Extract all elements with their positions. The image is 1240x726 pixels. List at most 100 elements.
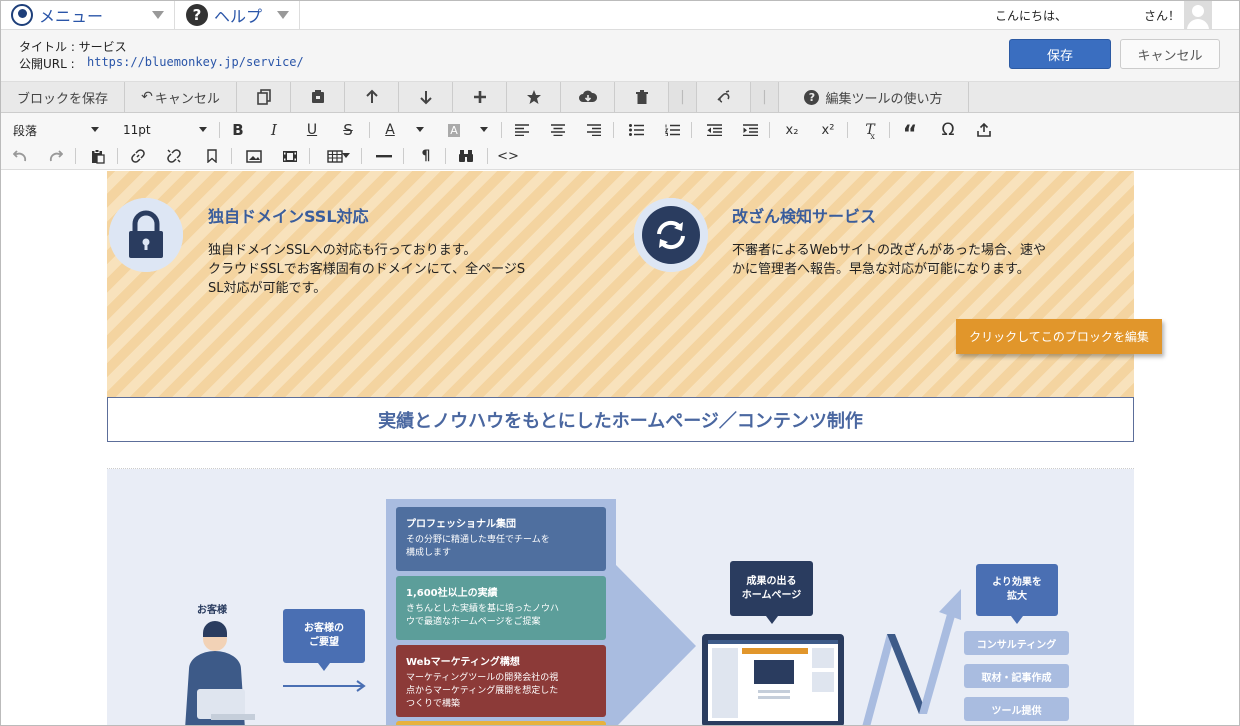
menu-dropdown[interactable]: メニュー: [1, 1, 175, 29]
anchor-button[interactable]: [199, 145, 225, 167]
chevron-down-icon: [91, 127, 99, 132]
unlink-button[interactable]: [697, 82, 751, 112]
indent-icon: [742, 124, 758, 136]
chevron-down-icon[interactable]: [342, 153, 350, 158]
editor-toolbar-row-2: ¶ <>: [1, 142, 1239, 170]
save-button[interactable]: 保存: [1009, 39, 1111, 69]
bold-button[interactable]: B: [225, 119, 251, 141]
toolbar-divider: [847, 122, 848, 138]
blockquote-button[interactable]: “: [897, 119, 923, 147]
chevron-down-icon[interactable]: [480, 127, 488, 132]
indent-button[interactable]: [737, 119, 763, 141]
toolbar-divider: [445, 148, 446, 164]
image-icon: [246, 149, 262, 163]
chevron-down-icon: [152, 11, 164, 19]
format-select[interactable]: 段落: [13, 120, 99, 140]
horizontal-line-icon: [376, 155, 392, 158]
editor-toolbar: 段落 11pt B I U S A A x₂ x² T x “ Ω ¶ <>: [1, 113, 1239, 170]
remove-link-button[interactable]: [161, 145, 187, 167]
film-icon: [283, 150, 297, 162]
editor-toolbar-row-1: 段落 11pt B I U S A A x₂ x² T x “ Ω: [1, 116, 1239, 147]
italic-button[interactable]: I: [261, 119, 287, 141]
service-pill-1: コンサルティング: [964, 631, 1069, 655]
horizontal-rule-button[interactable]: [371, 145, 397, 167]
favorite-button[interactable]: [507, 82, 561, 112]
clear-format-button[interactable]: Tx: [857, 119, 883, 141]
insert-image-button[interactable]: [241, 145, 267, 167]
feature-2-line-1: 不審者によるWebサイトの改ざんがあった場合、速や: [732, 243, 1046, 258]
strength-card-1-title: プロフェッショナル集団: [406, 519, 516, 530]
service-diagram[interactable]: お客様 お客様の ご要望 プロフェッショナル集団 その分野に精通した専任でチーム…: [107, 469, 1134, 725]
insert-video-button[interactable]: [277, 145, 303, 167]
cancel-block-button[interactable]: ↶ キャンセル: [125, 82, 237, 112]
text-color-button[interactable]: A: [377, 119, 403, 141]
save-template-icon: [311, 90, 324, 103]
avatar[interactable]: [1184, 1, 1212, 29]
redo-button[interactable]: [43, 145, 69, 167]
cloud-download-icon: [578, 90, 597, 102]
cancel-button[interactable]: キャンセル: [1120, 39, 1220, 69]
background-color-button[interactable]: A: [441, 119, 467, 141]
undo-button[interactable]: [7, 145, 33, 167]
strength-card-1-body: その分野に精通した専任でチームを 構成します: [406, 535, 550, 558]
star-icon: [526, 90, 541, 104]
copy-block-button[interactable]: [237, 82, 291, 112]
save-block-button[interactable]: ブロックを保存: [1, 82, 125, 112]
editor-window: メニュー ? ヘルプ こんにちは、 さん！ タイトル : サービス 公開URL …: [0, 0, 1240, 726]
paste-button[interactable]: [85, 145, 111, 167]
block-toolbar: ブロックを保存 ↶ キャンセル | | ? 編集ツールの使い方: [1, 82, 1239, 113]
special-char-button[interactable]: Ω: [935, 119, 961, 141]
strength-card-3-body: マーケティングツールの開発会社の視 点からマーケティング展開を想定した つくりで…: [406, 673, 559, 709]
numbered-list-button[interactable]: [659, 119, 685, 141]
feature-1-line-3: SL対応が可能です。: [208, 281, 327, 296]
superscript-button[interactable]: x²: [815, 119, 841, 141]
show-blocks-button[interactable]: ¶: [413, 145, 439, 167]
editor-help-button[interactable]: ? 編集ツールの使い方: [779, 82, 969, 112]
service-pill-2: 取材・記事作成: [964, 664, 1069, 688]
insert-link-button[interactable]: [125, 145, 151, 167]
chevron-down-icon: [199, 127, 207, 132]
insert-media-button[interactable]: [971, 119, 997, 141]
clear-format-icon: Tx: [865, 122, 875, 141]
feature-block[interactable]: 独自ドメインSSL対応 独自ドメインSSLへの対応も行っております。 クラウドS…: [107, 171, 1134, 397]
download-button[interactable]: [561, 82, 615, 112]
omega-icon: Ω: [941, 120, 955, 140]
underline-button[interactable]: U: [299, 119, 325, 141]
toolbar-divider: [361, 148, 362, 164]
source-code-button[interactable]: <>: [495, 145, 521, 167]
outdent-button[interactable]: [701, 119, 727, 141]
chevron-down-icon[interactable]: [416, 127, 424, 132]
customer-illustration: [185, 621, 255, 725]
move-up-button[interactable]: [345, 82, 399, 112]
find-button[interactable]: [453, 145, 479, 167]
toolbar-divider: [75, 148, 76, 164]
format-select-value: 段落: [13, 123, 38, 138]
bullet-list-button[interactable]: [623, 119, 649, 141]
save-template-button[interactable]: [291, 82, 345, 112]
align-center-button[interactable]: [545, 119, 571, 141]
toolbar-divider: [889, 122, 890, 138]
strikethrough-button[interactable]: S: [335, 119, 361, 141]
undo-icon: [13, 150, 27, 162]
undo-arrow-icon: ↶: [141, 89, 153, 105]
align-left-icon: [515, 124, 529, 136]
move-down-button[interactable]: [399, 82, 453, 112]
font-size-select[interactable]: 11pt: [123, 120, 207, 140]
align-right-button[interactable]: [581, 119, 607, 141]
toolbar-divider: [117, 148, 118, 164]
public-url-link[interactable]: https://bluemonkey.jp/service/: [87, 55, 304, 69]
align-left-button[interactable]: [509, 119, 535, 141]
delete-block-button[interactable]: [615, 82, 669, 112]
help-dropdown[interactable]: ? ヘルプ: [176, 1, 300, 29]
toolbar-divider: [769, 122, 770, 138]
link-icon: [131, 149, 145, 163]
subscript-button[interactable]: x₂: [779, 119, 805, 141]
edit-block-button[interactable]: クリックしてこのブロックを編集: [956, 319, 1162, 354]
toolbar-divider: [369, 122, 370, 138]
growth-arrow: [862, 589, 961, 725]
section-heading[interactable]: 実績とノウハウをもとにしたホームページ／コンテンツ制作: [107, 397, 1134, 442]
subscript-icon: x₂: [785, 122, 799, 138]
add-block-button[interactable]: [453, 82, 507, 112]
spacer-block[interactable]: [107, 442, 1134, 469]
toolbar-divider: [219, 122, 220, 138]
